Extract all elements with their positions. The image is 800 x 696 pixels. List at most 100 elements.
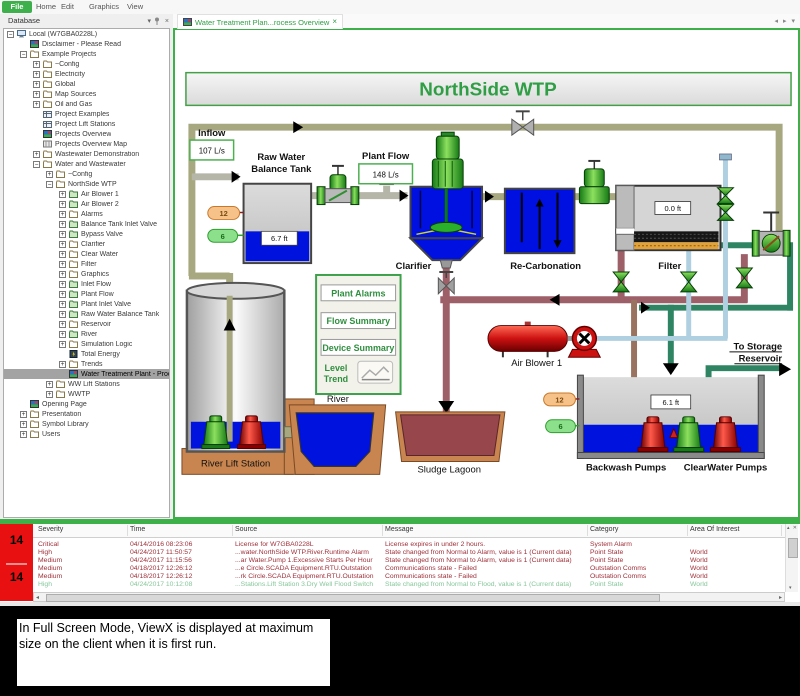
collapse-icon[interactable]: − [33,161,40,168]
hscroll-thumb[interactable] [46,594,660,602]
air-blower-1[interactable]: Air Blower 1 [488,322,600,369]
col-category[interactable]: Category [590,526,618,533]
expand-icon[interactable]: + [33,101,40,108]
plant-inlet-valve[interactable] [579,161,609,204]
alarm-hscrollbar[interactable]: ◂ ▸ [33,592,785,602]
tree-item[interactable]: Project Examples [4,109,169,119]
tree-item[interactable]: +Map Sources [4,89,169,99]
scroll-left-icon[interactable]: ◂ [36,594,39,601]
tree-item[interactable]: +Balance Tank Inlet Valve [4,219,169,229]
alarm-list-header[interactable]: Severity Time Source Message Category Ar… [33,524,785,538]
clarifier-mixer-motor[interactable] [432,132,463,189]
tree-item[interactable]: +~Config [4,169,169,179]
expand-icon[interactable]: + [20,421,27,428]
expand-icon[interactable]: + [59,331,66,338]
alarm-row[interactable]: Medium04/18/2017 12:26:12...rk Circle.SC… [33,573,785,581]
tree-item[interactable]: +WW Lift Stations [4,379,169,389]
expand-icon[interactable]: + [59,201,66,208]
alarm-row[interactable]: High04/24/2017 10:12:08...Stations.Lift … [33,581,785,589]
alarm-row[interactable]: Medium04/18/2017 12:26:12...e Circle.SCA… [33,565,785,573]
tree-item[interactable]: +Oil and Gas [4,99,169,109]
expand-icon[interactable]: + [59,191,66,198]
expand-icon[interactable]: + [59,251,66,258]
tree-item[interactable]: +River [4,329,169,339]
tree-item[interactable]: Projects Overview Map [4,139,169,149]
raw-tank-tags[interactable]: 12 6 [208,207,244,243]
tree-item[interactable]: +Raw Water Balance Tank [4,309,169,319]
menu-view[interactable]: View [127,0,143,14]
expand-icon[interactable]: + [33,81,40,88]
tree-item[interactable]: +~Config [4,59,169,69]
expand-icon[interactable]: + [20,431,27,438]
col-area[interactable]: Area Of Interest [690,526,739,533]
tab-list-icon[interactable]: ▾ [791,17,795,25]
tab-scroll-left-icon[interactable]: ◂ [774,17,778,25]
tree-item[interactable]: +Reservoir [4,319,169,329]
expand-icon[interactable]: + [59,321,66,328]
expand-icon[interactable]: + [59,271,66,278]
tree-item[interactable]: +Simulation Logic [4,339,169,349]
tree-item[interactable]: Project Lift Stations [4,119,169,129]
top-manual-valve[interactable] [512,111,534,135]
level-trend-button[interactable]: Level Trend [324,361,393,384]
clearwater-tags[interactable]: 12 6 [544,393,580,433]
flow-summary-button[interactable]: Flow Summary [321,313,396,329]
col-time[interactable]: Time [130,526,145,533]
tree-item[interactable]: +Plant Flow [4,289,169,299]
tree-item[interactable]: +Air Blower 1 [4,189,169,199]
expand-icon[interactable]: + [46,171,53,178]
expand-icon[interactable]: + [59,311,66,318]
expand-icon[interactable]: + [59,221,66,228]
tab-scroll-right-icon[interactable]: ▸ [783,17,787,25]
expand-icon[interactable]: + [59,341,66,348]
col-message[interactable]: Message [385,526,413,533]
tree-item[interactable]: +Global [4,79,169,89]
menu-graphics[interactable]: Graphics [89,0,119,14]
tab-water-treatment-overview[interactable]: Water Treatment Plan...rocess Overview × [177,14,343,29]
expand-icon[interactable]: + [20,411,27,418]
tree-item[interactable]: Opening Page [4,399,169,409]
menu-file[interactable]: File [2,1,32,13]
tree-item[interactable]: +Clear Water [4,249,169,259]
tree-item[interactable]: +Inlet Flow [4,279,169,289]
device-summary-button[interactable]: Device Summary [321,339,396,355]
bypass-valve[interactable] [752,212,790,256]
panel-close-icon[interactable]: × [165,17,169,26]
tree-item[interactable]: −Example Projects [4,49,169,59]
tree-item[interactable]: +Air Blower 2 [4,199,169,209]
alarm-count-badge[interactable]: 14 14 [0,524,33,601]
menu-home[interactable]: Home [36,0,56,14]
tree-item[interactable]: +WWTP [4,389,169,399]
tree-item[interactable]: +Electricity [4,69,169,79]
alarm-vscrollbar[interactable]: ▴ ✕ ▾ [785,524,798,592]
collapse-icon[interactable]: − [46,181,53,188]
tree-item[interactable]: +Users [4,429,169,439]
expand-icon[interactable]: + [59,231,66,238]
tree-item[interactable]: +Filter [4,259,169,269]
tab-close-icon[interactable]: × [332,18,337,26]
expand-icon[interactable]: + [33,71,40,78]
expand-icon[interactable]: + [33,151,40,158]
col-severity[interactable]: Severity [38,526,63,533]
plant-alarms-button[interactable]: Plant Alarms [321,285,396,301]
expand-icon[interactable]: + [59,281,66,288]
expand-icon[interactable]: + [59,291,66,298]
menu-edit[interactable]: Edit [61,0,74,14]
expand-icon[interactable]: + [46,381,53,388]
expand-icon[interactable]: + [33,61,40,68]
tree-item[interactable]: +Alarms [4,209,169,219]
balance-tank-inlet-valve[interactable] [317,166,359,205]
tree-item[interactable]: +Bypass Valve [4,229,169,239]
tree-item[interactable]: −Water and Wastewater [4,159,169,169]
close-panel-icon[interactable]: ✕ [793,525,797,531]
tree-item[interactable]: +Clarifier [4,239,169,249]
expand-icon[interactable]: + [59,241,66,248]
scroll-right-icon[interactable]: ▸ [779,594,782,601]
expand-icon[interactable]: + [59,361,66,368]
alarm-row[interactable]: Medium04/24/2017 11:15:56...ar Water.Pum… [33,557,785,565]
expand-icon[interactable]: + [46,391,53,398]
scroll-down-icon[interactable]: ▾ [789,585,792,591]
tree-item[interactable]: +Presentation [4,409,169,419]
panel-pin-icon[interactable] [154,17,160,25]
tree-item[interactable]: −Local (W7GBA0228L) [4,29,169,39]
